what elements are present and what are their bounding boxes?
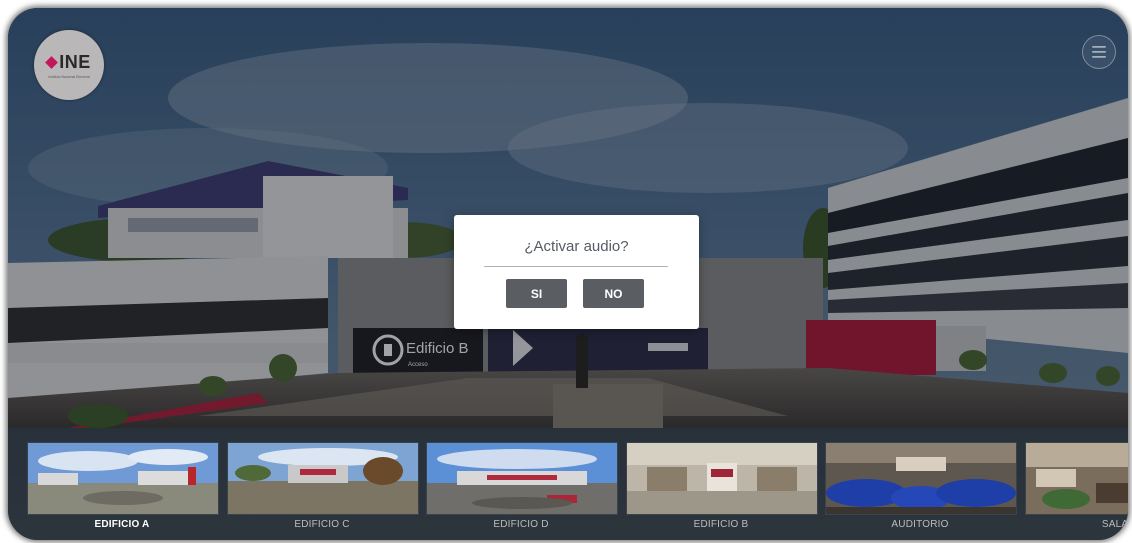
- thumbnail-label[interactable]: EDIFICIO B: [626, 519, 816, 530]
- thumbnail-label[interactable]: SALA C: [1025, 519, 1128, 530]
- thumbnail-edificio-d[interactable]: [426, 442, 618, 515]
- thumbnail-edificio-b[interactable]: [626, 442, 818, 515]
- menu-button[interactable]: [1082, 35, 1116, 69]
- thumbnail-label[interactable]: AUDITORIO: [825, 519, 1015, 530]
- thumbnail-label[interactable]: EDIFICIO C: [227, 519, 417, 530]
- thumbnail-edificio-c[interactable]: [227, 442, 419, 515]
- hamburger-menu-icon: [1092, 46, 1106, 58]
- logo-subtitle: Instituto Nacional Electoral: [48, 74, 90, 79]
- thumbnail-label[interactable]: EDIFICIO D: [426, 519, 616, 530]
- thumbnail-image: [28, 443, 218, 514]
- signage-subtitle: Acceso: [408, 362, 428, 368]
- audio-prompt-dialog: ¿Activar audio? SI NO: [454, 215, 699, 329]
- thumbnail-label[interactable]: EDIFICIO A: [27, 519, 217, 530]
- thumbnail-auditorio[interactable]: [825, 442, 1017, 515]
- ine-logo[interactable]: INE Instituto Nacional Electoral: [34, 30, 104, 100]
- thumbnail-image: [1026, 443, 1128, 514]
- dialog-title: ¿Activar audio?: [524, 238, 629, 255]
- audio-yes-button[interactable]: SI: [506, 279, 567, 308]
- ine-diamond-icon: [45, 55, 59, 69]
- audio-no-button[interactable]: NO: [583, 279, 644, 308]
- thumbnail-image: [228, 443, 418, 514]
- thumbnail-image: [627, 443, 817, 514]
- dialog-divider: [484, 266, 668, 267]
- tour-viewport[interactable]: Edificio B Acceso INE Instituto Nacional…: [8, 8, 1128, 540]
- thumbnail-image: [427, 443, 617, 514]
- scene-thumbnail-strip[interactable]: EDIFICIO A EDIFICIO C EDIFICIO D EDIFICI…: [8, 428, 1128, 540]
- thumbnail-edificio-a[interactable]: [27, 442, 219, 515]
- logo-brand: INE: [59, 51, 91, 72]
- logo-mark: INE: [45, 51, 91, 73]
- signage-title: Edificio B: [406, 340, 469, 357]
- thumbnail-image: [826, 443, 1016, 514]
- thumbnail-sala-c[interactable]: [1025, 442, 1128, 515]
